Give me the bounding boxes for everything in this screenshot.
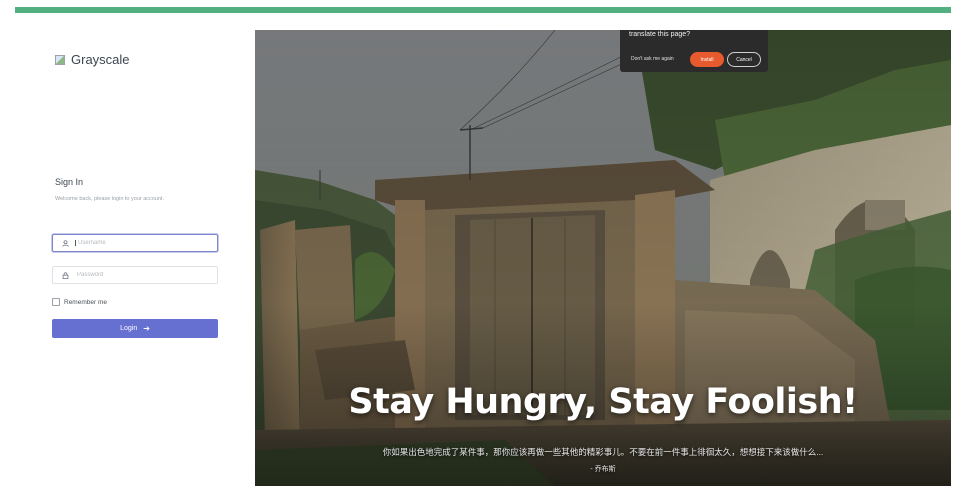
- password-field: [52, 266, 218, 284]
- signin-subtitle: Welcome back, please login to your accou…: [55, 196, 165, 202]
- user-icon: [57, 239, 73, 247]
- password-input[interactable]: [75, 272, 205, 278]
- hero-quote-title: Stay Hungry, Stay Foolish!: [348, 382, 858, 422]
- app-logo[interactable]: Grayscale: [55, 52, 130, 67]
- login-button[interactable]: Login ➔: [52, 319, 218, 338]
- install-button[interactable]: Install: [690, 52, 724, 67]
- username-field: [52, 234, 218, 252]
- logo-text: Grayscale: [71, 52, 130, 67]
- arrow-right-icon: ➔: [143, 324, 150, 333]
- broken-image-icon: [55, 54, 65, 65]
- translate-popup: translate this page? Don't ask me again …: [620, 30, 768, 72]
- remember-checkbox[interactable]: [52, 298, 60, 306]
- hero-quote-text: 你如果出色地完成了某件事，那你应该再做一些其他的精彩事儿。不要在前一件事上徘徊太…: [382, 447, 824, 457]
- cancel-button[interactable]: Cancel: [727, 52, 761, 67]
- lock-icon: [57, 271, 73, 279]
- translate-popup-title: translate this page?: [629, 31, 691, 38]
- remember-label: Remember me: [64, 298, 107, 306]
- top-accent-bar: [15, 7, 951, 13]
- dont-ask-again-link[interactable]: Don't ask me again: [631, 56, 674, 62]
- login-button-label: Login: [120, 325, 138, 332]
- remember-me: Remember me: [52, 298, 107, 306]
- hero-quote-author: - 乔布斯: [590, 466, 616, 473]
- hero-image: Stay Hungry, Stay Foolish! 你如果出色地完成了某件事，…: [255, 30, 951, 486]
- username-input[interactable]: [75, 240, 205, 246]
- signin-title: Sign In: [55, 177, 84, 187]
